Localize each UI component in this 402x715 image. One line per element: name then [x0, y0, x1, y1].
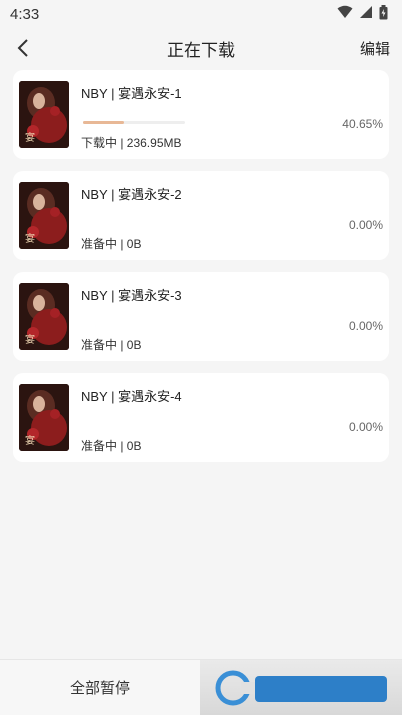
- signal-icon: [359, 5, 373, 23]
- download-item[interactable]: 宴 NBY | 宴遇永安-1 下载中 | 236.95MB 40.65%: [13, 70, 389, 159]
- nav-bar: 正在下载 编辑: [0, 28, 402, 68]
- download-percent: 40.65%: [342, 117, 383, 131]
- download-title: NBY | 宴遇永安-4: [81, 389, 182, 404]
- svg-text:宴: 宴: [25, 232, 35, 245]
- download-status: 准备中 | 0B: [81, 439, 142, 453]
- status-icons: [337, 4, 388, 24]
- progress-bar: [83, 121, 185, 124]
- download-percent: 0.00%: [348, 319, 383, 333]
- download-item[interactable]: 宴 NBY | 宴遇永安-3 准备中 | 0B 0.00%: [13, 272, 389, 361]
- download-percent: 0.00%: [348, 420, 383, 434]
- status-bar: 4:33: [0, 0, 402, 28]
- edit-button[interactable]: 编辑: [360, 38, 390, 59]
- pause-all-button[interactable]: 全部暂停: [0, 660, 200, 715]
- download-title: NBY | 宴遇永安-1: [81, 86, 182, 101]
- svg-text:宴: 宴: [25, 131, 35, 144]
- poster-thumbnail: 宴: [19, 182, 69, 249]
- download-item[interactable]: 宴 NBY | 宴遇永安-4 准备中 | 0B 0.00%: [13, 373, 389, 462]
- progress-fill: [83, 121, 125, 124]
- download-status: 准备中 | 0B: [81, 237, 142, 251]
- back-button[interactable]: [12, 36, 36, 60]
- download-status: 下载中 | 236.95MB: [81, 136, 182, 150]
- wifi-icon: [337, 5, 353, 23]
- download-title: NBY | 宴遇永安-2: [81, 187, 182, 202]
- download-status: 准备中 | 0B: [81, 338, 142, 352]
- download-percent: 0.00%: [348, 218, 383, 232]
- status-time: 4:33: [10, 5, 40, 23]
- watermark-logo: [200, 660, 402, 715]
- svg-text:宴: 宴: [25, 434, 35, 447]
- poster-thumbnail: 宴: [19, 283, 69, 350]
- chevron-left-icon: [17, 39, 28, 57]
- poster-thumbnail: 宴: [19, 81, 69, 148]
- svg-text:宴: 宴: [25, 333, 35, 346]
- download-list: 宴 NBY | 宴遇永安-1 下载中 | 236.95MB 40.65% 宴 N…: [0, 70, 402, 462]
- bottom-bar: 全部暂停: [0, 659, 402, 715]
- page-title: 正在下载: [167, 40, 235, 60]
- download-title: NBY | 宴遇永安-3: [81, 288, 182, 303]
- battery-icon: [379, 4, 388, 24]
- download-item[interactable]: 宴 NBY | 宴遇永安-2 准备中 | 0B 0.00%: [13, 171, 389, 260]
- poster-thumbnail: 宴: [19, 384, 69, 451]
